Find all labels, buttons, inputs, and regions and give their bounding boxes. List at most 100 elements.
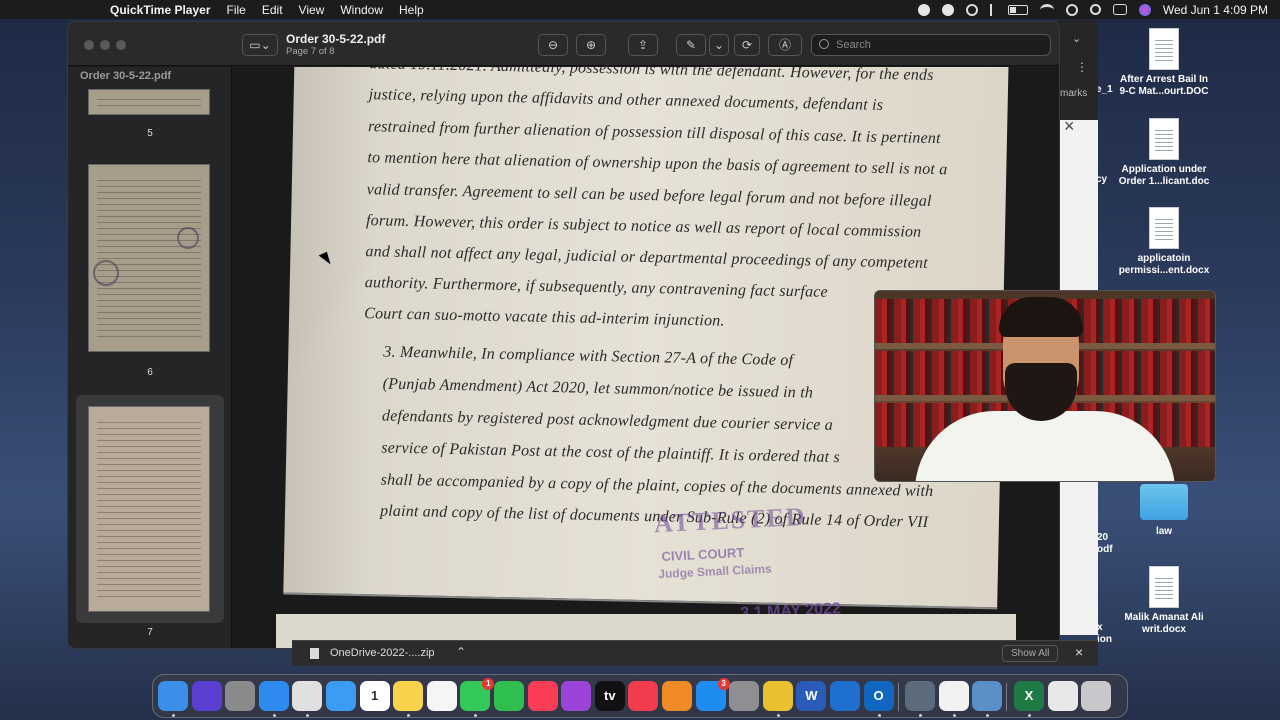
notes-icon[interactable] [393,681,424,711]
background-window-header: ⌄ ⋮ marks [1058,20,1098,120]
desktop-file[interactable]: applicatoin permissi...ent.docx [1118,207,1210,277]
sidebar-icon: ▭⌄ [249,38,271,52]
spotlight-icon[interactable] [1089,4,1101,15]
document-line: to mention here that alienation of owner… [367,149,948,179]
word-icon[interactable]: W [796,681,827,711]
clock[interactable]: Wed Jun 1 4:09 PM [1163,3,1268,17]
vpn-icon[interactable] [965,3,978,16]
show-all-button[interactable]: Show All [1002,645,1059,662]
appstore-icon[interactable]: 3 [695,678,730,711]
download-filename[interactable]: OneDrive-2022-....zip [330,647,435,659]
trash-icon[interactable] [1081,681,1112,711]
close-icon[interactable]: × [1075,644,1083,660]
annotate-button[interactable]: Ⓐ [768,34,802,56]
dock-icon-label: 1 [370,688,379,703]
sidebar-toggle-button[interactable]: ▭⌄ [242,34,278,56]
running-indicator [306,714,310,717]
desktop-file[interactable]: Malik Amanat Ali writ.docx [1118,566,1210,636]
markup-button[interactable]: ✎ [676,34,706,56]
rotate-button[interactable]: ⟳ [734,34,760,56]
menu-help[interactable]: Help [399,3,424,17]
canary-icon[interactable] [762,681,793,711]
person-image [915,411,1175,481]
mail-icon[interactable] [326,681,356,711]
outlook-icon[interactable]: O [863,681,894,711]
dock-icon-label: W [805,688,818,703]
page-thumbnail-6[interactable] [88,164,210,352]
wifi-icon[interactable] [1039,3,1054,16]
thumbnail-sidebar: Order 30-5-22.pdf 5 6 7 [68,67,232,648]
more-icon[interactable]: ⋮ [1076,60,1088,74]
settings-icon[interactable] [729,681,760,711]
dock-icon-label: O [873,688,884,703]
menu-window[interactable]: Window [340,3,383,17]
finder-icon[interactable] [158,681,188,711]
notification-badge: 3 [717,678,730,690]
word-doc-icon [1149,118,1179,160]
news-icon[interactable] [628,681,659,711]
onedrive-icon[interactable] [830,681,860,711]
launchpad-icon[interactable] [225,681,256,711]
safari-icon[interactable] [258,681,289,711]
stamp-text: CIVIL COURT [661,544,745,564]
reminders-icon[interactable] [426,681,457,711]
siri-icon[interactable] [1138,3,1151,16]
page-thumbnail-7[interactable] [88,406,210,612]
menu-view[interactable]: View [299,3,325,17]
preview-icon[interactable] [972,681,1003,711]
menu-edit[interactable]: Edit [262,3,283,17]
chevron-up-icon[interactable]: ⌃ [456,645,466,659]
chrome-icon[interactable] [292,681,323,711]
desktop-file-label: After Arrest Bail In 9-C Mat...ourt.DOC [1119,74,1209,97]
calendar-icon[interactable]: 1 [359,681,390,711]
desktop-file[interactable]: Application under Order 1...licant.doc [1118,118,1210,188]
chevron-down-icon: ⌄ [713,38,725,52]
chevron-down-icon[interactable]: ⌄ [1072,32,1081,45]
desktop-file[interactable]: After Arrest Bail In 9-C Mat...ourt.DOC [1118,28,1210,98]
sidebar-filename: Order 30-5-22.pdf [80,70,172,82]
zoom-window-button[interactable] [116,40,126,50]
share-button[interactable]: ⇪ [628,34,658,56]
minimize-window-button[interactable] [100,40,110,50]
word-doc-icon [1149,566,1179,608]
download-bar: OneDrive-2022-....zip ⌃ Show All × [292,640,1098,666]
zoom-in-button[interactable]: ⊕ [576,34,606,56]
document-line: justice, relying upon the affidavits and… [368,86,884,114]
zoom-out-button[interactable]: ⊖ [538,34,568,56]
share-icon: ⇪ [637,38,649,52]
close-window-button[interactable] [84,40,94,50]
music-icon[interactable] [527,681,558,711]
running-indicator [1028,714,1031,717]
cloud-sync-icon[interactable] [941,3,954,16]
podcasts-icon[interactable] [561,681,592,711]
battery-icon[interactable] [1007,4,1028,15]
screen-recording-icon[interactable] [917,3,930,16]
thumbnail-label: 5 [147,128,153,139]
folder-icon [1140,484,1188,520]
page-thumbnail-5[interactable] [88,89,210,115]
menu-file[interactable]: File [227,3,246,17]
search-field[interactable]: Search [811,34,1051,56]
user-icon[interactable] [1065,3,1078,16]
document-title[interactable]: Order 30-5-22.pdf [286,32,385,46]
bluetooth-icon[interactable] [989,3,996,16]
books-icon[interactable] [662,681,692,711]
facetime-icon[interactable] [494,681,524,711]
desktop-folder[interactable]: law [1118,484,1210,538]
messages-icon[interactable]: 1 [460,678,495,711]
markup-menu-button[interactable]: ⌄ [709,34,729,56]
siri-icon[interactable] [191,681,222,711]
photos-icon[interactable] [938,681,969,711]
search-icon [819,39,829,49]
webcam-overlay[interactable] [874,290,1216,482]
quicktime-icon[interactable] [905,681,936,711]
dock-icon-label: X [1024,688,1034,703]
downloads-stack-icon[interactable] [1047,681,1078,711]
zip-file-icon [310,648,319,659]
menu-app-name[interactable]: QuickTime Player [110,3,211,17]
tv-icon[interactable]: tv [594,681,625,711]
control-center-icon[interactable] [1112,4,1127,15]
close-icon[interactable]: × [1064,116,1075,137]
document-line: valid transfer. Agreement to sell can be… [366,181,932,210]
excel-icon[interactable]: X [1014,681,1044,711]
